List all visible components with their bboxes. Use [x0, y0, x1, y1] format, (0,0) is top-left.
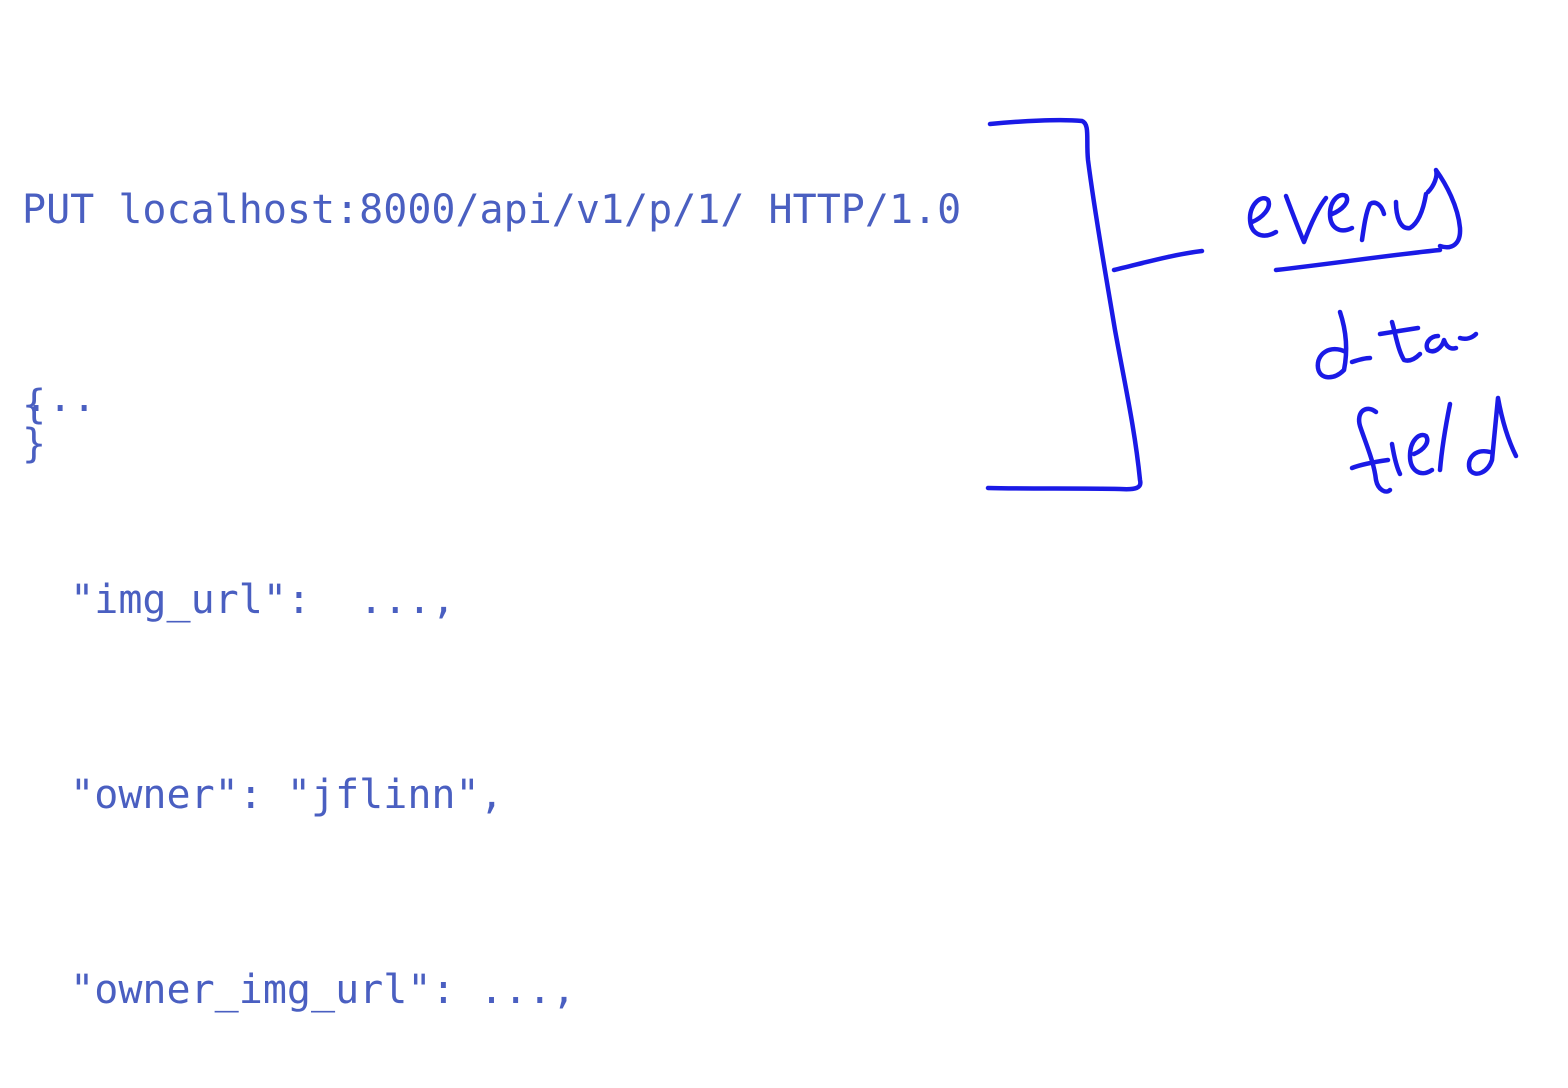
- field-owner-img-url: "owner_img_url": ...,: [22, 967, 576, 1013]
- handwritten-word-every: [1247, 167, 1463, 273]
- handwritten-word-field: [1349, 395, 1519, 494]
- close-brace: }: [22, 421, 47, 467]
- annotation-bracket: [985, 117, 1143, 492]
- field-owner: "owner": "jflinn",: [22, 772, 504, 818]
- request-line: PUT localhost:8000/api/v1/p/1/ HTTP/1.0: [22, 187, 962, 233]
- http-request-code: PUT localhost:8000/api/v1/p/1/ HTTP/1.0 …: [22, 48, 961, 1088]
- annotation-connector: [1111, 248, 1205, 273]
- open-brace: {: [22, 382, 47, 428]
- handwritten-word-data: [1315, 309, 1479, 380]
- field-img-url: "img_url": ...,: [22, 577, 456, 623]
